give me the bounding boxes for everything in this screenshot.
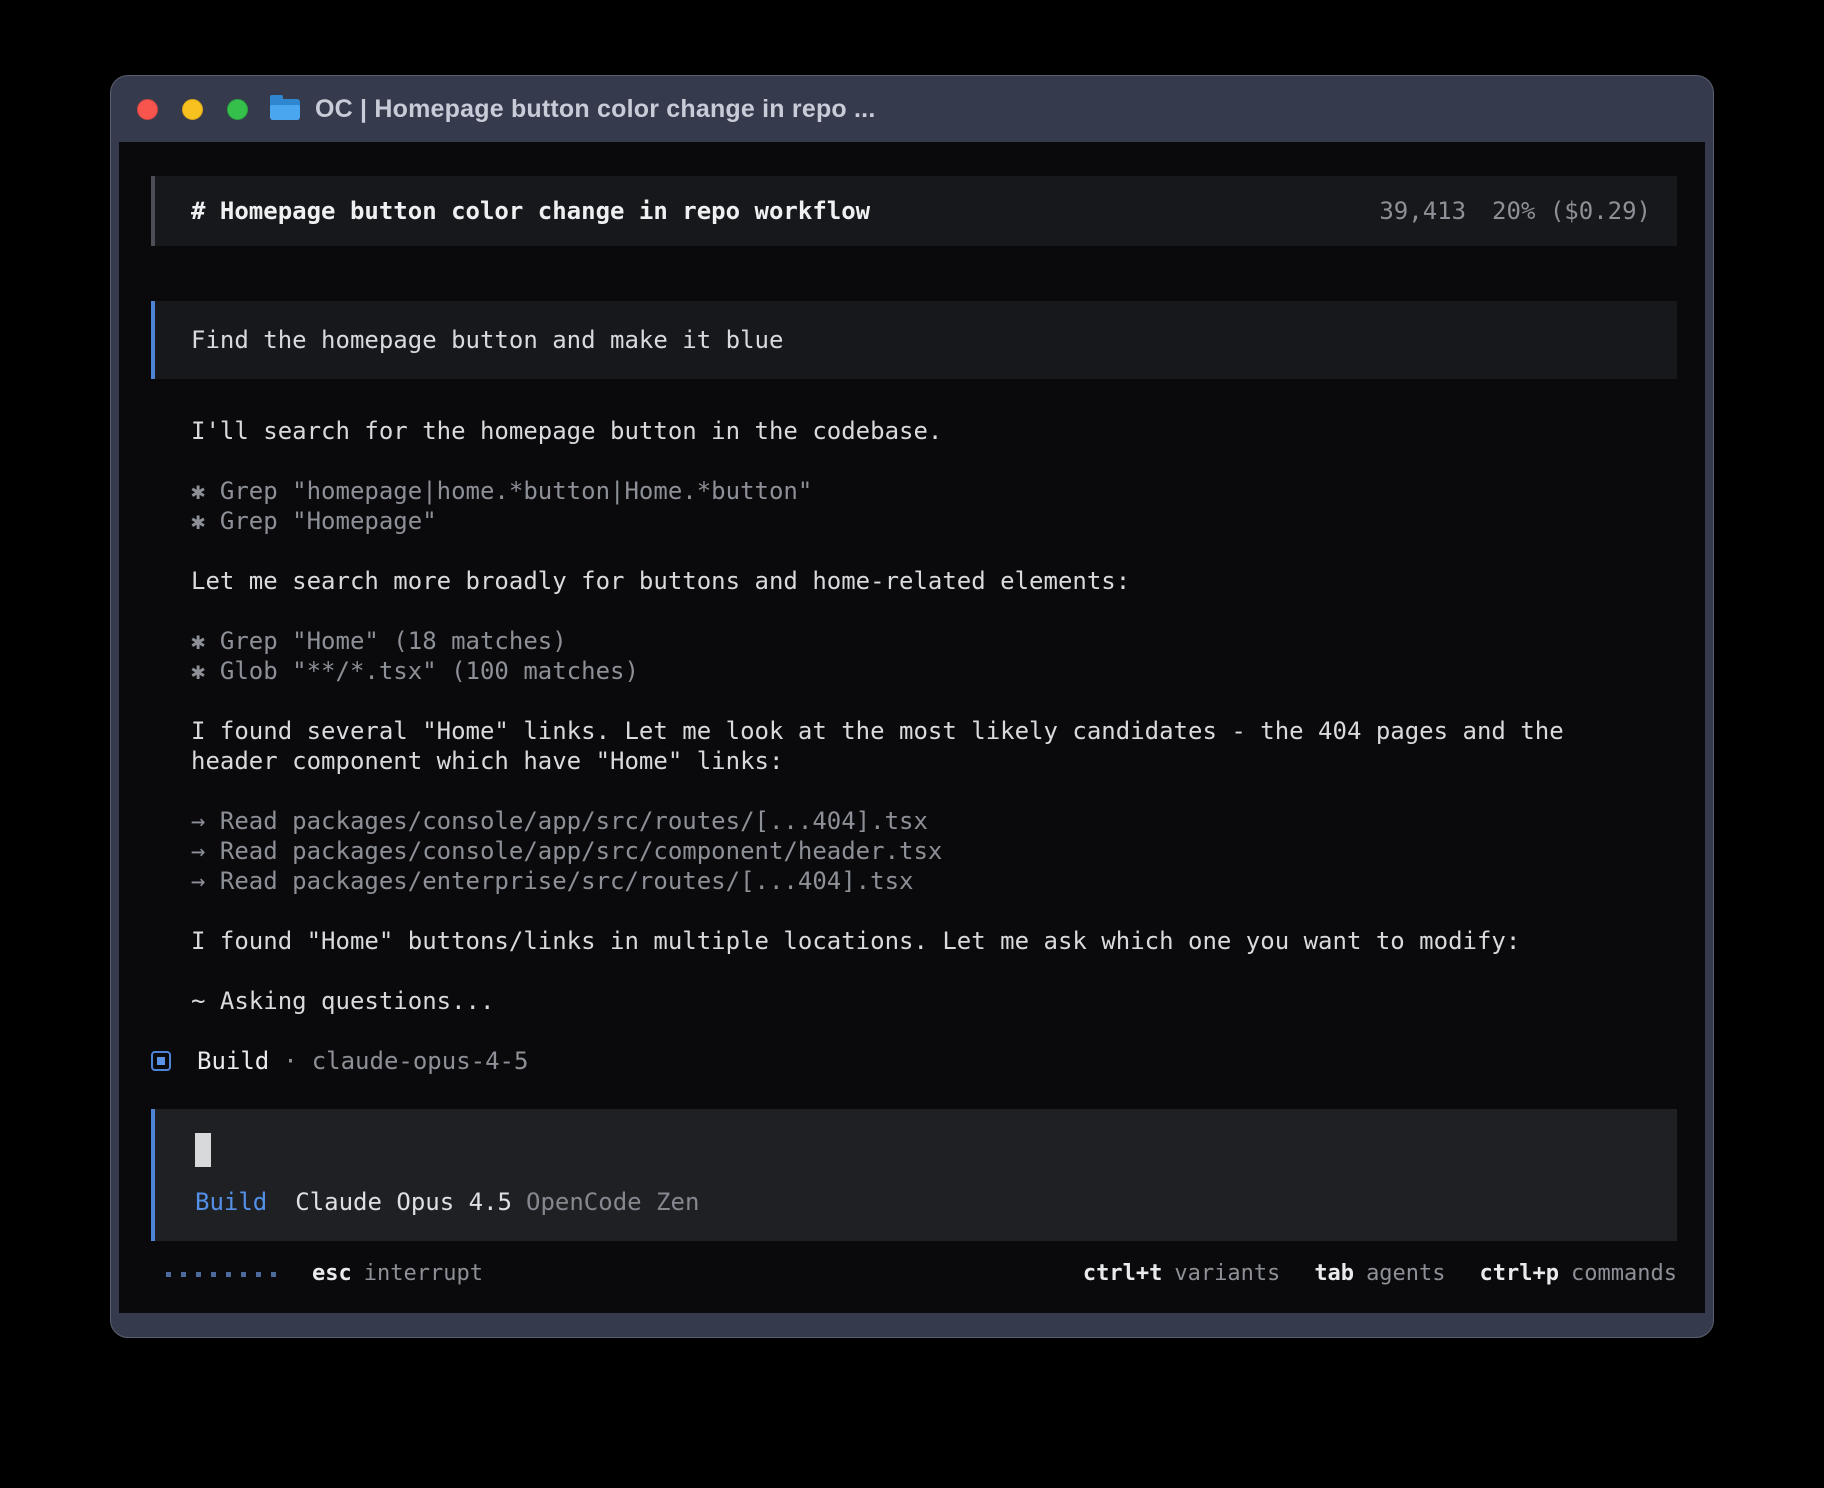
spinner-dot [226, 1272, 231, 1277]
user-message-text: Find the homepage button and make it blu… [191, 325, 783, 355]
assistant-text: I found several "Home" links. Let me loo… [191, 716, 1589, 776]
assistant-text: I'll search for the homepage button in t… [191, 416, 1589, 446]
hint-variants: ctrl+t variants [1083, 1259, 1280, 1289]
input-mode-label: Build [195, 1187, 267, 1217]
hint-key: ctrl+p [1480, 1259, 1559, 1289]
hint-key: tab [1314, 1259, 1354, 1289]
agent-model: claude-opus-4-5 [312, 1046, 529, 1076]
tool-call-line: ✱ Grep "Home" (18 matches) [191, 626, 1589, 656]
hint-key-esc: esc [312, 1259, 352, 1289]
tool-call-line: → Read packages/console/app/src/componen… [191, 836, 1589, 866]
tool-call-line: → Read packages/enterprise/src/routes/[.… [191, 866, 1589, 896]
spinner-dot [181, 1272, 186, 1277]
prompt-input[interactable]: Build Claude Opus 4.5 OpenCode Zen [151, 1109, 1677, 1241]
input-provider-label: OpenCode Zen [526, 1187, 699, 1217]
tool-call-group: ✱ Grep "Home" (18 matches)✱ Glob "**/*.t… [191, 626, 1589, 686]
hint-label: agents [1366, 1259, 1445, 1289]
spinner-dots [166, 1272, 276, 1277]
hint-commands: ctrl+p commands [1480, 1259, 1677, 1289]
assistant-text: Let me search more broadly for buttons a… [191, 566, 1589, 596]
tool-call-line: ✱ Glob "**/*.tsx" (100 matches) [191, 656, 1589, 686]
spinner-dot [196, 1272, 201, 1277]
tool-call-group: → Read packages/console/app/src/routes/[… [191, 806, 1589, 896]
spinner-dot [241, 1272, 246, 1277]
assistant-text: I found "Home" buttons/links in multiple… [191, 926, 1589, 956]
spinner-dot [211, 1272, 216, 1277]
hint-label: variants [1174, 1259, 1280, 1289]
hint-key: ctrl+t [1083, 1259, 1162, 1289]
spinner-dot [256, 1272, 261, 1277]
tool-call-line: → Read packages/console/app/src/routes/[… [191, 806, 1589, 836]
hint-label: commands [1571, 1259, 1677, 1289]
spinner-dot [166, 1272, 171, 1277]
session-meta: 39,413 20% ($0.29) [1379, 196, 1651, 226]
token-count: 39,413 [1379, 196, 1466, 226]
status-bar: esc interrupt ctrl+tvariantstabagentsctr… [151, 1257, 1677, 1291]
terminal-content: # Homepage button color change in repo w… [119, 142, 1705, 1313]
hint-label-interrupt: interrupt [364, 1259, 483, 1289]
assistant-text: ~ Asking questions... [191, 986, 1589, 1016]
session-header: # Homepage button color change in repo w… [151, 176, 1677, 246]
conversation: I'll search for the homepage button in t… [151, 416, 1677, 1016]
zoom-button[interactable] [227, 99, 248, 120]
input-model-label: Claude Opus 4.5 [295, 1187, 512, 1217]
user-message: Find the homepage button and make it blu… [151, 301, 1677, 379]
context-cost: 20% ($0.29) [1492, 196, 1651, 226]
input-footer: Build Claude Opus 4.5 OpenCode Zen [195, 1187, 1651, 1217]
hint-agents: tab agents [1314, 1259, 1445, 1289]
spinner-dot [271, 1272, 276, 1277]
agent-icon [151, 1051, 171, 1071]
tool-call-line: ✱ Grep "homepage|home.*button|Home.*butt… [191, 476, 1589, 506]
session-title: # Homepage button color change in repo w… [191, 196, 870, 226]
window-title: OC | Homepage button color change in rep… [315, 95, 875, 124]
folder-icon [270, 99, 300, 120]
tool-call-group: ✱ Grep "homepage|home.*button|Home.*butt… [191, 476, 1589, 536]
hint-interrupt: esc interrupt [312, 1259, 483, 1289]
agent-separator: · [283, 1046, 297, 1076]
minimize-button[interactable] [182, 99, 203, 120]
right-hints: ctrl+t variants tab agents ctrl+p commands [1083, 1259, 1677, 1289]
agent-status-line: Build · claude-opus-4-5 [151, 1046, 1677, 1076]
tool-call-line: ✱ Grep "Homepage" [191, 506, 1589, 536]
title-bar: OC | Homepage button color change in rep… [119, 76, 1705, 142]
text-cursor [195, 1133, 211, 1167]
terminal-window: OC | Homepage button color change in rep… [110, 75, 1714, 1338]
close-button[interactable] [137, 99, 158, 120]
traffic-lights [137, 99, 248, 120]
agent-name: Build [197, 1046, 269, 1076]
